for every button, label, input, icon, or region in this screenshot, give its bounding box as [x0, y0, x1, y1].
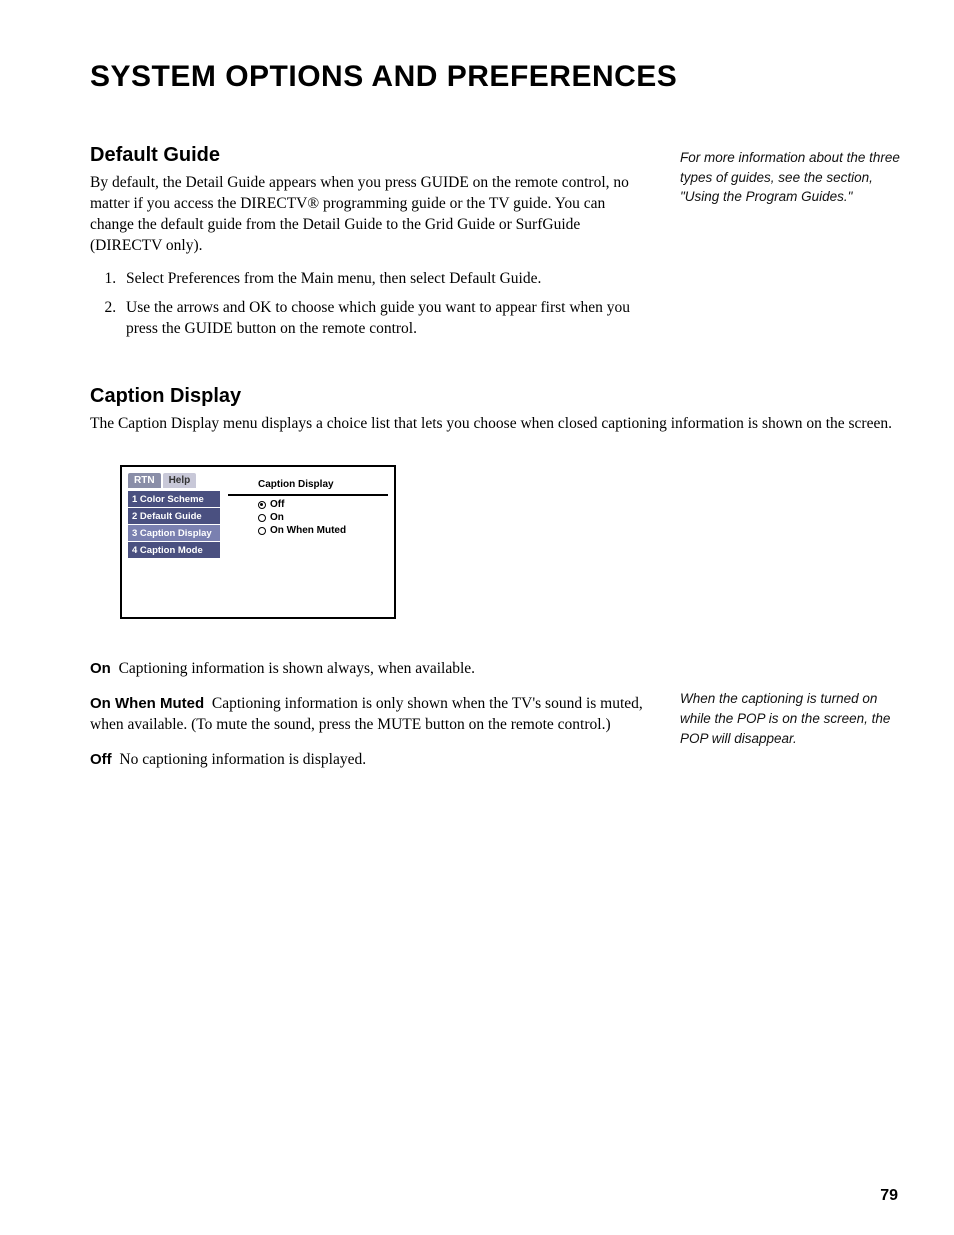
- page-title: SYSTEM OPTIONS AND PREFERENCES: [90, 60, 904, 94]
- mock-sidebar-item: 1 Color Scheme: [128, 491, 220, 507]
- radio-icon: [258, 514, 266, 522]
- def-on: On Captioning information is shown alway…: [90, 659, 650, 680]
- mock-option-label: On When Muted: [270, 525, 346, 536]
- term-off: Off: [90, 751, 112, 768]
- mock-options: Off On On When Muted: [258, 499, 346, 538]
- heading-caption-display: Caption Display: [90, 385, 904, 408]
- step-1: Select Preferences from the Main menu, t…: [120, 269, 650, 290]
- term-on: On: [90, 660, 111, 677]
- mock-option-label: On: [270, 512, 284, 523]
- sidenote-default-guide: For more information about the three typ…: [680, 144, 904, 357]
- caption-display-intro: The Caption Display menu displays a choi…: [90, 414, 904, 435]
- caption-display-screenshot: RTN Help 1 Color Scheme 2 Default Guide …: [120, 465, 396, 619]
- mock-tab-rtn: RTN: [128, 473, 161, 488]
- text-off: No captioning information is displayed.: [119, 751, 366, 768]
- term-on-when-muted: On When Muted: [90, 695, 204, 712]
- page-number: 79: [880, 1187, 898, 1205]
- def-on-when-muted: On When Muted Captioning information is …: [90, 694, 650, 736]
- def-off: Off No captioning information is display…: [90, 750, 650, 771]
- mock-panel-title: Caption Display: [258, 479, 334, 490]
- manual-page: SYSTEM OPTIONS AND PREFERENCES Default G…: [0, 0, 954, 1235]
- mock-sidebar-item-selected: 3 Caption Display: [128, 525, 220, 541]
- sidenote-caption-display: When the captioning is turned on while t…: [680, 659, 904, 785]
- mock-option-on: On: [258, 512, 346, 523]
- heading-default-guide: Default Guide: [90, 144, 650, 167]
- default-guide-steps: Select Preferences from the Main menu, t…: [90, 269, 650, 340]
- mock-sidebar-item: 4 Caption Mode: [128, 542, 220, 558]
- radio-icon: [258, 501, 266, 509]
- section-default-guide: Default Guide By default, the Detail Gui…: [90, 144, 904, 357]
- mock-sidebar: 1 Color Scheme 2 Default Guide 3 Caption…: [128, 491, 220, 559]
- default-guide-intro: By default, the Detail Guide appears whe…: [90, 173, 650, 257]
- step-2: Use the arrows and OK to choose which gu…: [120, 298, 650, 340]
- mock-option-off: Off: [258, 499, 346, 510]
- section-caption-display: Caption Display The Caption Display menu…: [90, 385, 904, 785]
- mock-divider: [228, 494, 388, 496]
- mock-sidebar-item: 2 Default Guide: [128, 508, 220, 524]
- mock-tab-help: Help: [163, 473, 197, 488]
- radio-icon: [258, 527, 266, 535]
- text-on: Captioning information is shown always, …: [119, 660, 475, 677]
- mock-option-on-when-muted: On When Muted: [258, 525, 346, 536]
- mock-option-label: Off: [270, 499, 284, 510]
